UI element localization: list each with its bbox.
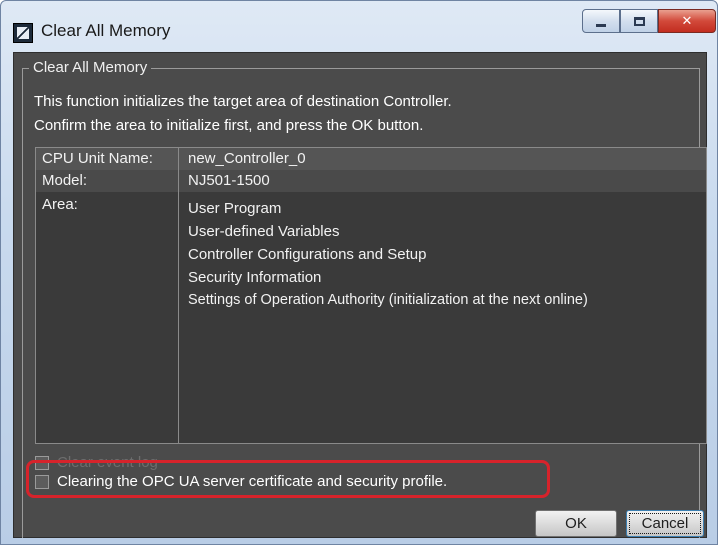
area-item: Settings of Operation Authority (initial… [188, 292, 588, 308]
window-title: Clear All Memory [41, 21, 171, 40]
area-item: Security Information [188, 269, 322, 286]
model-label: Model: [42, 172, 88, 189]
minimize-icon [596, 23, 606, 27]
maximize-icon [633, 16, 645, 26]
clear-opc-checkbox[interactable] [35, 474, 49, 489]
description-line-1: This function initializes the target are… [34, 93, 452, 110]
controller-info-panel: CPU Unit Name: new_Controller_0 Model: N… [35, 147, 707, 444]
close-button[interactable]: ✕ [658, 9, 716, 33]
cpu-unit-name-label: CPU Unit Name: [42, 150, 153, 167]
clear-opc-option[interactable]: Clearing the OPC UA server certificate a… [35, 473, 447, 490]
label-column [36, 148, 179, 443]
cancel-button[interactable]: Cancel [626, 510, 704, 537]
model-value: NJ501-1500 [188, 172, 270, 189]
area-item: Controller Configurations and Setup [188, 246, 427, 263]
dialog-content: Clear All Memory This function initializ… [13, 52, 707, 538]
maximize-button[interactable] [620, 9, 658, 33]
ok-button[interactable]: OK [535, 510, 617, 537]
area-label: Area: [42, 196, 78, 213]
area-item: User-defined Variables [188, 223, 340, 240]
clear-opc-label: Clearing the OPC UA server certificate a… [57, 473, 448, 490]
window-controls: ✕ [582, 9, 716, 37]
close-icon: ✕ [681, 13, 693, 29]
app-icon [13, 23, 33, 43]
cpu-unit-name-value: new_Controller_0 [188, 150, 306, 167]
description-line-2: Confirm the area to initialize first, an… [34, 117, 424, 134]
area-item: User Program [188, 200, 282, 217]
group-title: Clear All Memory [29, 59, 152, 76]
dialog-window: Clear All Memory ✕ Clear All Memory This… [0, 0, 718, 545]
minimize-button[interactable] [582, 9, 620, 33]
title-bar[interactable]: Clear All Memory ✕ [1, 1, 717, 51]
